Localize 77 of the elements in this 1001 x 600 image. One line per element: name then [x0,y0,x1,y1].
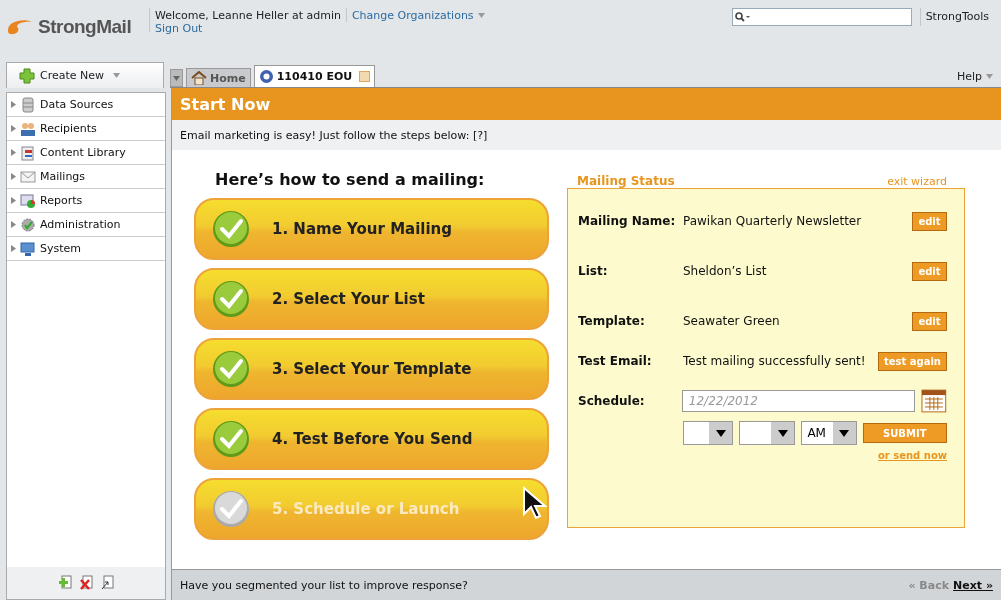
database-icon [20,96,36,113]
house-icon [191,71,207,85]
next-link[interactable]: Next » [953,578,993,592]
step-button[interactable]: 3. Select Your Template [194,338,549,400]
field-label: Schedule: [578,394,646,408]
caret-icon [839,429,849,437]
expand-arrow-icon [11,173,16,180]
sidebar-item[interactable]: Mailings [7,165,165,189]
logo-text: StrongMail [38,16,132,38]
checkmark-icon [212,420,250,458]
caret-icon [113,73,121,78]
mouse-cursor-icon [522,486,548,520]
expand-arrow-icon [11,149,16,156]
calendar-icon[interactable] [921,389,947,413]
date-input[interactable]: 12/22/2012 [681,390,916,412]
checkmark-icon [212,490,250,528]
caret-icon [986,74,993,79]
steps-heading: Here’s how to send a mailing: [214,170,486,189]
sidebar-item[interactable]: Data Sources [7,93,165,117]
sidebar-item[interactable]: Content Library [7,141,165,165]
checkmark-icon [212,210,250,248]
gear-icon [20,216,36,233]
caret-icon [173,75,180,81]
expand-arrow-icon [11,221,16,228]
checkmark-icon [212,280,250,318]
sidebar-item[interactable]: System [7,237,165,261]
search-field[interactable] [731,8,912,26]
field-value: Test mailing successfully sent! [683,354,867,368]
caret-icon [715,429,726,437]
expand-arrow-icon [11,101,16,108]
export-document-icon[interactable] [99,575,115,591]
field-label: Test Email: [578,354,653,368]
field-label: List: [578,264,609,278]
strongtools-menu[interactable]: StrongTools [925,10,989,23]
sign-out-link[interactable]: Sign Out [155,22,485,35]
intro-text: Email marketing is easy! Just follow the steps below: [?] [172,120,1001,150]
document-icon [20,144,36,161]
help-text: Help [956,70,982,83]
envelope-icon [20,168,36,185]
expand-arrow-icon [11,197,16,204]
field-label: Mailing Name: [578,214,677,228]
people-icon [20,120,36,137]
caret-icon [777,429,788,437]
sidebar-item[interactable]: Administration [7,213,165,237]
field-value: Pawikan Quarterly Newsletter [683,214,863,228]
field-label: Template: [578,314,646,328]
field-value: Seawater Green [683,314,781,328]
welcome-text: Welcome, Leanne Heller at admin [155,8,341,22]
expand-arrow-icon [11,245,16,252]
hour-select[interactable] [683,421,734,445]
help-menu[interactable]: Help [956,70,993,83]
sidebar-item[interactable]: Recipients [7,117,165,141]
create-new-button[interactable]: Create New [6,62,164,88]
tip-text: Have you segmented your list to improve response? [180,578,468,592]
logo-icon [6,18,34,36]
minute-select[interactable] [739,421,796,445]
step-button[interactable]: 4. Test Before You Send [194,408,549,470]
step-button[interactable]: 1. Name Your Mailing [194,198,549,260]
expand-arrow-icon [11,125,16,132]
sidebar-item[interactable]: Reports [7,189,165,213]
field-value: Sheldon’s List [683,264,768,278]
change-organizations-link[interactable]: Change Organizations [351,8,474,22]
search-icon [734,12,751,22]
status-title: Mailing Status [577,174,675,188]
monitor-icon [20,240,36,257]
tab-list-dropdown[interactable] [170,69,183,87]
step-button[interactable]: 2. Select Your List [194,268,549,330]
plus-icon [19,67,35,84]
tab[interactable]: Home [186,68,251,87]
am-pm-select[interactable]: AM [801,421,857,445]
chart-icon [20,192,36,209]
checkmark-icon [212,350,250,388]
tab[interactable]: 110410 EOU [253,65,376,87]
page-title: Start Now [172,88,1001,120]
delete-document-icon[interactable] [78,575,94,591]
add-document-icon[interactable] [57,575,73,591]
caret-icon [477,12,485,18]
